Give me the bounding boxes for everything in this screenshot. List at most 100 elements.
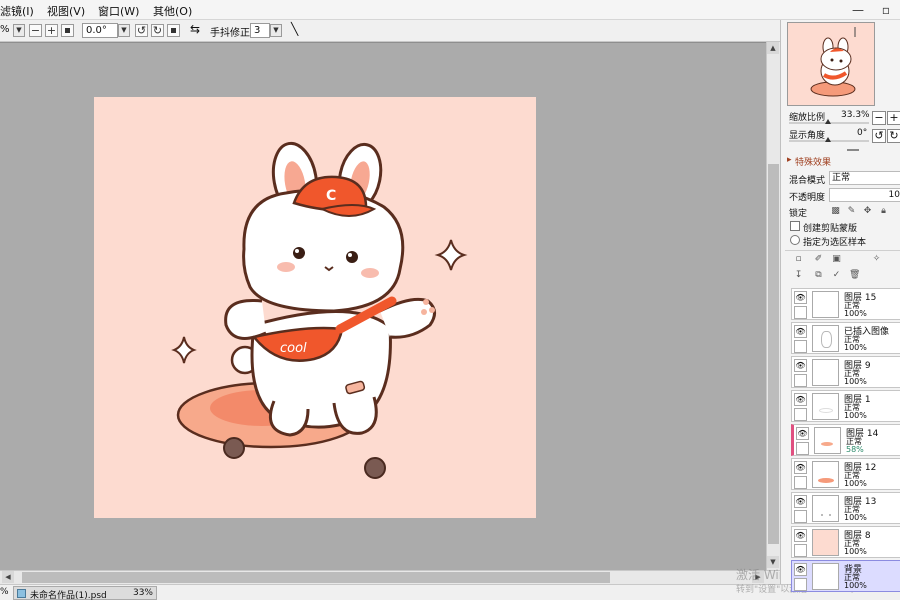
layer-link-checkbox[interactable] <box>794 374 807 387</box>
document-tab[interactable]: 未命名作品(1).psd 33% <box>13 586 157 600</box>
zoom-scale-value: 33.3% <box>841 110 870 120</box>
pen-pressure-icon[interactable]: ╲ <box>291 22 298 36</box>
right-panel: 缩放比例 33.3% − + 显示角度 0° ↺ ↻ ▸ 特殊效果 混合模式 正… <box>780 20 900 592</box>
angle-slider-knob[interactable] <box>825 137 831 142</box>
layer-link-checkbox[interactable] <box>794 306 807 319</box>
navigator-zoom-out-button[interactable]: − <box>872 111 886 125</box>
blend-mode-select[interactable]: 正常 <box>829 171 900 185</box>
layer-row[interactable]: 👁︎ 背景 正常 100% <box>791 560 900 592</box>
menu-other[interactable]: 其他(O) <box>153 3 192 19</box>
bunny-eye-left <box>293 247 305 259</box>
layer-thumbnail <box>812 393 839 420</box>
layer-visibility-eye-icon[interactable]: 👁︎ <box>794 529 807 542</box>
copy-layer-icon[interactable]: ⧉ <box>813 270 824 281</box>
zoom-percent-label: % <box>0 24 10 35</box>
navigator-rotate-ccw-button[interactable]: ↺ <box>872 129 886 143</box>
layer-visibility-eye-icon[interactable]: 👁︎ <box>796 427 809 440</box>
flip-horizontal-icon[interactable]: ⇆ <box>190 22 200 36</box>
selection-source-radio[interactable] <box>790 235 800 245</box>
lock-paint-icon[interactable]: ✎ <box>846 206 857 217</box>
cap-letter: C <box>326 188 336 204</box>
navigator-rotate-cw-button[interactable]: ↻ <box>887 129 900 143</box>
layer-visibility-eye-icon[interactable]: 👁︎ <box>794 461 807 474</box>
layer-row[interactable]: 👁︎ 图层 13 正常 100% <box>791 492 900 524</box>
layer-opacity: 100% <box>844 411 867 420</box>
tool-options-bar: % ▼ − + 0.0° ▼ ↺ ↻ ⇆ 手抖修正 3 ▼ ╲ <box>0 20 900 42</box>
layer-row[interactable]: 👁︎ 已插入图像 正常 100% <box>791 322 900 354</box>
stabilizer-dropdown-arrow[interactable]: ▼ <box>270 24 282 37</box>
new-layer-icon[interactable]: ▫ <box>793 254 804 265</box>
layer-row[interactable]: 👁︎ 图层 14 正常 58% <box>791 424 900 456</box>
sparkle-right <box>434 239 468 271</box>
lock-all-icon[interactable]: 🔒︎ <box>878 206 889 217</box>
layer-opacity: 100% <box>844 377 867 386</box>
new-vector-layer-icon[interactable]: ✐ <box>813 254 824 265</box>
layer-visibility-eye-icon[interactable]: 👁︎ <box>794 359 807 372</box>
skateboard-wheel-left <box>223 437 245 459</box>
rotation-field[interactable]: 0.0° <box>82 23 118 38</box>
document-canvas[interactable]: cool C <box>94 97 536 518</box>
lock-move-icon[interactable]: ✥ <box>862 206 873 217</box>
restore-button[interactable]: ▫ <box>874 1 898 19</box>
bunny-eye-right <box>346 251 358 263</box>
layer-link-checkbox[interactable] <box>794 408 807 421</box>
selection-source-label: 指定为选区样本 <box>803 238 867 248</box>
menu-filter[interactable]: 滤镜(I) <box>0 3 34 19</box>
horizontal-scrollbar[interactable]: ◀ ▶ <box>0 570 780 584</box>
navigator-thumbnail <box>810 27 856 97</box>
zoom-slider-knob[interactable] <box>825 119 831 124</box>
panel-splitter-grip[interactable] <box>847 149 859 151</box>
layer-row[interactable]: 👁︎ 图层 1 正常 100% <box>791 390 900 422</box>
stabilizer-field[interactable]: 3 <box>250 23 270 38</box>
layer-visibility-eye-icon[interactable]: 👁︎ <box>794 291 807 304</box>
document-zoom: 33% <box>132 588 153 598</box>
lock-transparency-icon[interactable]: ▩ <box>830 206 841 217</box>
layer-row[interactable]: 👁︎ 图层 15 正常 100% <box>791 288 900 320</box>
display-angle-value: 0° <box>857 128 868 138</box>
layer-visibility-eye-icon[interactable]: 👁︎ <box>794 393 807 406</box>
scroll-left-arrow[interactable]: ◀ <box>2 571 14 583</box>
zoom-dropdown-arrow[interactable]: ▼ <box>13 24 25 37</box>
navigator-zoom-in-button[interactable]: + <box>887 111 900 125</box>
merge-down-icon[interactable]: ↧ <box>793 270 804 281</box>
menu-view[interactable]: 视图(V) <box>47 3 85 19</box>
navigator-preview[interactable] <box>787 22 875 106</box>
delete-layer-icon[interactable]: 🗑︎ <box>849 270 860 281</box>
layer-effects-icon[interactable]: ✧ <box>871 254 882 265</box>
rotation-dropdown-arrow[interactable]: ▼ <box>118 24 130 37</box>
layer-opacity: 100% <box>844 547 867 556</box>
rotate-cw-button[interactable]: ↻ <box>151 24 164 37</box>
vertical-scroll-thumb[interactable] <box>768 164 779 544</box>
clip-mask-checkbox[interactable] <box>790 221 800 231</box>
special-effects-arrow-icon[interactable]: ▸ <box>787 155 792 165</box>
apply-mask-icon[interactable]: ✓ <box>831 270 842 281</box>
scroll-up-arrow[interactable]: ▲ <box>767 42 779 54</box>
new-folder-icon[interactable]: ▣ <box>831 254 842 265</box>
special-effects-title[interactable]: 特殊效果 <box>795 155 831 168</box>
layer-link-checkbox[interactable] <box>794 578 807 591</box>
rotate-ccw-button[interactable]: ↺ <box>135 24 148 37</box>
layer-visibility-eye-icon[interactable]: 👁︎ <box>794 495 807 508</box>
layer-visibility-eye-icon[interactable]: 👁︎ <box>794 325 807 338</box>
zoom-out-button[interactable]: − <box>29 24 42 37</box>
layer-link-checkbox[interactable] <box>796 442 809 455</box>
layer-row[interactable]: 👁︎ 图层 12 正常 100% <box>791 458 900 490</box>
layer-row[interactable]: 👁︎ 图层 9 正常 100% <box>791 356 900 388</box>
minimize-button[interactable]: — <box>846 1 870 19</box>
layer-thumbnail <box>812 529 839 556</box>
layer-link-checkbox[interactable] <box>794 510 807 523</box>
layer-link-checkbox[interactable] <box>794 340 807 353</box>
rotation-reset-button[interactable] <box>167 24 180 37</box>
zoom-reset-button[interactable] <box>61 24 74 37</box>
zoom-in-button[interactable]: + <box>45 24 58 37</box>
layer-link-checkbox[interactable] <box>794 544 807 557</box>
horizontal-scroll-thumb[interactable] <box>22 572 610 583</box>
opacity-field[interactable]: 10 <box>829 188 900 202</box>
layer-row[interactable]: 👁︎ 图层 8 正常 100% <box>791 526 900 558</box>
bunny-artwork: cool C <box>171 141 468 479</box>
canvas-workspace[interactable]: cool C <box>0 42 766 570</box>
layer-link-checkbox[interactable] <box>794 476 807 489</box>
layer-visibility-eye-icon[interactable]: 👁︎ <box>794 563 807 576</box>
menu-window[interactable]: 窗口(W) <box>98 3 139 19</box>
vertical-scrollbar[interactable]: ▲ ▼ <box>766 42 780 570</box>
